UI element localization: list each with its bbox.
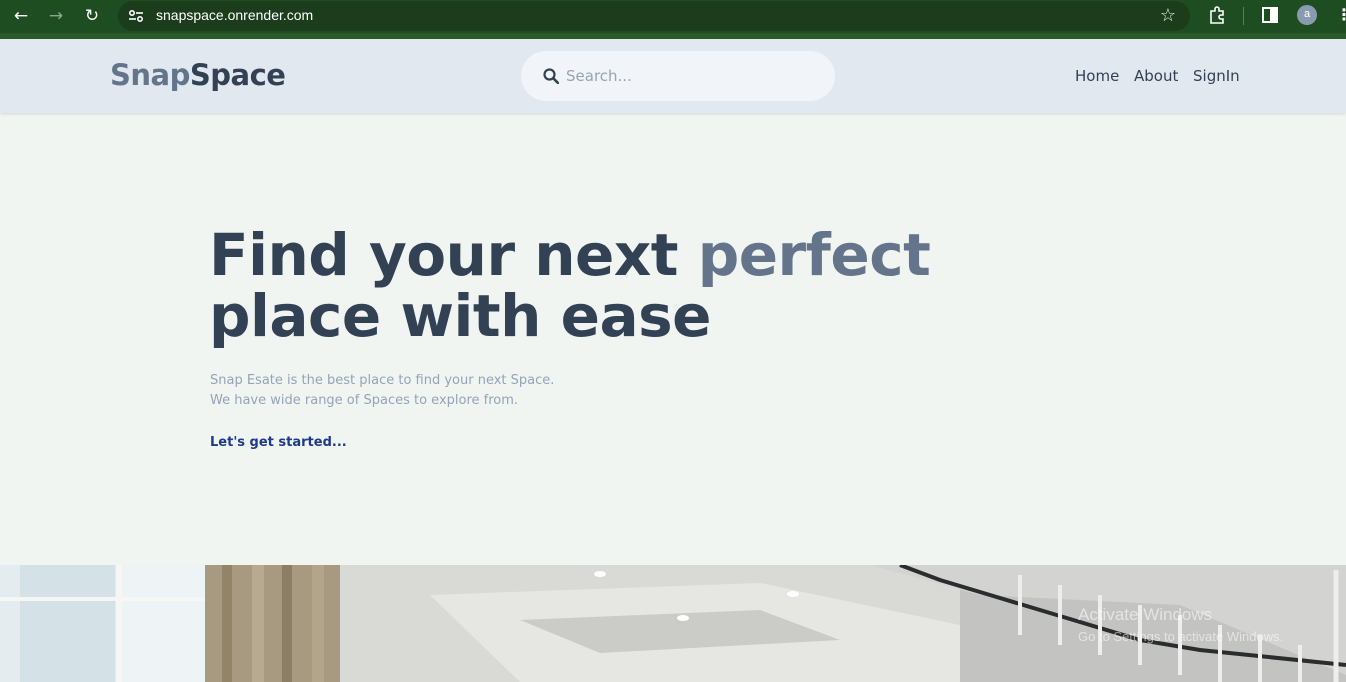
get-started-link[interactable]: Let's get started... [210, 435, 347, 450]
search-input[interactable] [566, 64, 816, 88]
search-icon[interactable] [543, 68, 559, 84]
url-text[interactable]: snapspace.onrender.com [156, 7, 313, 23]
hero-description: Snap Esate is the best place to find you… [210, 371, 554, 411]
logo-space: Space [189, 58, 286, 92]
back-arrow-icon[interactable]: ← [10, 5, 32, 27]
logo-snap: Snap [110, 58, 190, 92]
site-header: SnapSpace Home About SignIn [0, 39, 1346, 113]
browser-menu-icon[interactable]: ⋮ [1336, 5, 1346, 25]
bookmark-star-icon[interactable]: ☆ [1160, 5, 1176, 26]
windows-activation-watermark: Activate Windows Go to Settings to activ… [1078, 605, 1283, 644]
hero-title-part1: Find your next [209, 221, 698, 289]
browser-toolbar: ← → ↻ snapspace.onrender.com ☆ a ⋮ [0, 0, 1346, 33]
address-bar[interactable]: snapspace.onrender.com ☆ [118, 1, 1190, 31]
toolbar-divider [1243, 7, 1244, 25]
extensions-icon[interactable] [1208, 6, 1226, 24]
reload-icon[interactable]: ↻ [81, 5, 103, 27]
watermark-line1: Activate Windows [1078, 605, 1213, 624]
side-panel-icon[interactable] [1262, 7, 1278, 23]
hero-title-accent: perfect [697, 221, 931, 289]
nav-home[interactable]: Home [1075, 67, 1119, 85]
search-box[interactable] [521, 51, 835, 101]
hero-description-line1: Snap Esate is the best place to find you… [210, 373, 555, 388]
site-logo[interactable]: SnapSpace [110, 58, 286, 92]
nav-about[interactable]: About [1134, 67, 1178, 85]
hero-title: Find your next perfect place with ease [209, 225, 969, 347]
watermark-line2: Go to Settings to activate Windows. [1078, 629, 1284, 644]
hero-title-part2: place with ease [209, 282, 711, 350]
nav-signin[interactable]: SignIn [1193, 67, 1240, 85]
hero-description-line2: We have wide range of Spaces to explore … [210, 393, 519, 408]
forward-arrow-icon[interactable]: → [45, 5, 67, 27]
profile-avatar[interactable]: a [1297, 5, 1317, 25]
site-info-icon[interactable] [128, 8, 144, 24]
